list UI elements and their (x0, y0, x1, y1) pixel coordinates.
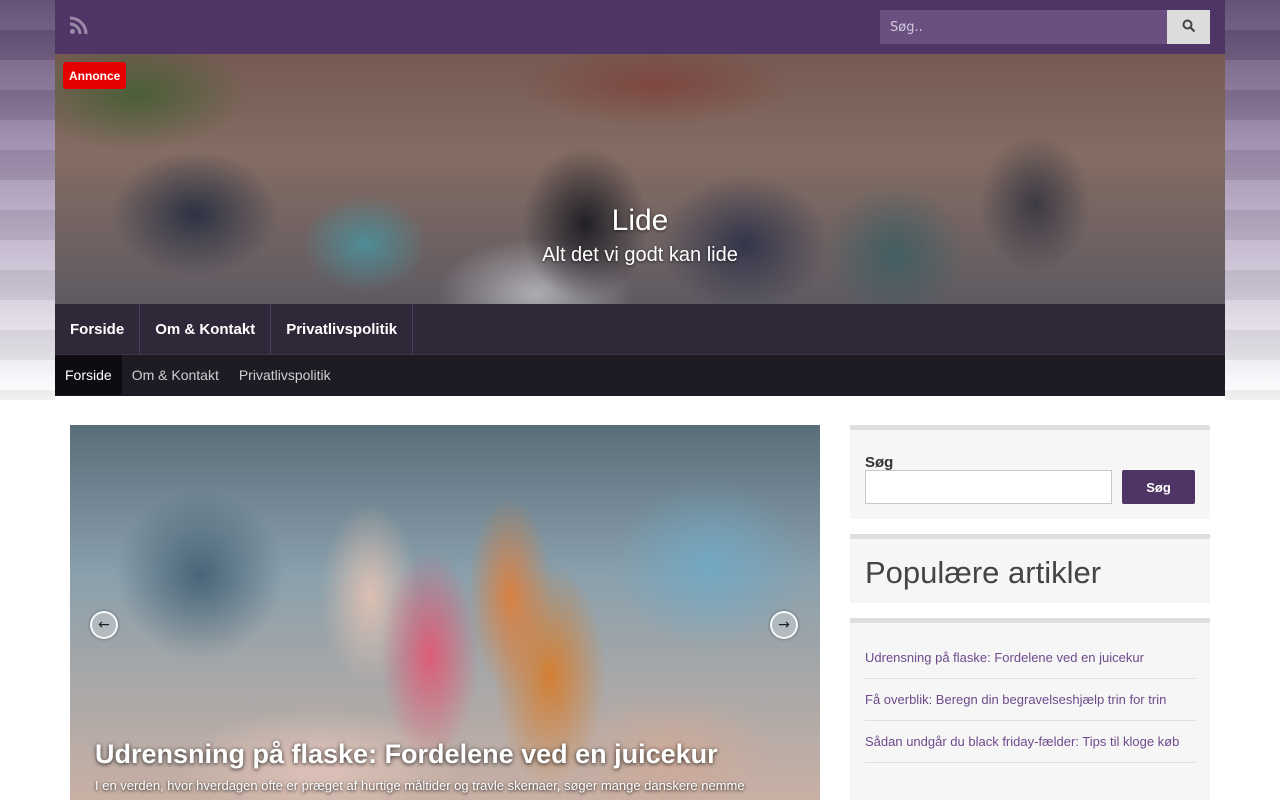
popular-article-link[interactable]: Få overblik: Beregn din begravelseshjælp… (865, 692, 1166, 707)
sidebar-search-input[interactable] (865, 470, 1112, 504)
sub-nav-item-privatlivspolitik[interactable]: Privatlivspolitik (229, 355, 341, 395)
popular-articles-heading-widget: Populære artikler (850, 534, 1210, 603)
header-search-input[interactable] (880, 10, 1167, 44)
popular-article-link[interactable]: Sådan undgår du black friday-fælder: Tip… (865, 734, 1179, 749)
main-nav-item-om-kontakt[interactable]: Om & Kontakt (140, 304, 272, 354)
sidebar-search-widget: Søg Søg (850, 425, 1210, 519)
search-icon (1182, 19, 1196, 36)
main-nav-item-forside[interactable]: Forside (55, 304, 141, 354)
top-bar (55, 0, 1225, 54)
slide-excerpt: I en verden, hvor hverdagen ofte er præg… (95, 778, 745, 793)
list-item: Sådan undgår du black friday-fælder: Tip… (865, 731, 1195, 763)
rss-icon[interactable] (69, 15, 89, 35)
ad-badge: Annonce (63, 62, 127, 89)
featured-slider[interactable]: ← → Udrensning på flaske: Fordelene ved … (70, 425, 820, 800)
sidebar-search-button[interactable]: Søg (1122, 470, 1195, 504)
sub-nav-item-om-kontakt[interactable]: Om & Kontakt (122, 355, 229, 395)
popular-articles-list-widget: Udrensning på flaske: Fordelene ved en j… (850, 618, 1210, 800)
list-item: Få overblik: Beregn din begravelseshjælp… (865, 689, 1195, 721)
main-nav: Forside Om & Kontakt Privatlivspolitik (55, 304, 1225, 354)
slide-title[interactable]: Udrensning på flaske: Fordelene ved en j… (95, 739, 815, 770)
sub-nav-item-forside[interactable]: Forside (55, 355, 122, 395)
site-title[interactable]: Lide (55, 204, 1225, 238)
page-wrapper: Annonce Lide Alt det vi godt kan lide Fo… (55, 0, 1225, 800)
sub-nav: Forside Om & Kontakt Privatlivspolitik (55, 354, 1225, 396)
search-widget-label: Søg (865, 454, 894, 471)
list-item: Udrensning på flaske: Fordelene ved en j… (865, 647, 1195, 679)
hero-banner: Annonce Lide Alt det vi godt kan lide (55, 54, 1225, 304)
arrow-right-icon[interactable]: → (770, 611, 798, 639)
site-tagline: Alt det vi godt kan lide (542, 244, 738, 266)
popular-articles-heading: Populære artikler (865, 555, 1102, 590)
popular-article-link[interactable]: Udrensning på flaske: Fordelene ved en j… (865, 650, 1144, 665)
header-search-button[interactable] (1167, 10, 1210, 44)
main-nav-item-privatlivspolitik[interactable]: Privatlivspolitik (271, 304, 414, 354)
popular-articles-list: Udrensning på flaske: Fordelene ved en j… (865, 647, 1195, 773)
arrow-left-icon[interactable]: ← (90, 611, 118, 639)
